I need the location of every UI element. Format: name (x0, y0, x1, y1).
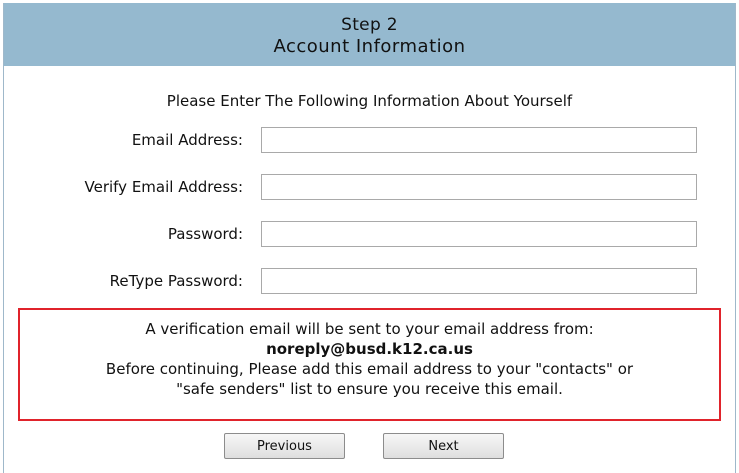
step-title: Account Information (273, 36, 466, 57)
verify-email-field[interactable] (261, 174, 697, 200)
account-info-panel: Step 2 Account Information Please Enter … (3, 3, 736, 473)
notice-line-instruction: Before continuing, Please add this email… (105, 360, 634, 378)
retype-password-label: ReType Password: (109, 272, 243, 290)
intro-text: Please Enter The Following Information A… (166, 92, 573, 110)
password-label: Password: (167, 225, 243, 243)
previous-button[interactable]: Previous (224, 433, 345, 459)
retype-password-field[interactable] (261, 268, 697, 294)
email-label: Email Address: (131, 131, 243, 149)
verification-notice: A verification email will be sent to you… (18, 308, 721, 421)
step-header: Step 2 Account Information (4, 3, 735, 66)
next-button[interactable]: Next (383, 433, 504, 459)
notice-line-safe-senders: "safe senders" list to ensure you receiv… (176, 380, 563, 398)
email-field[interactable] (261, 127, 697, 153)
sender-email-address: noreply@busd.k12.ca.us (266, 340, 473, 358)
password-field[interactable] (261, 221, 697, 247)
notice-line-intro: A verification email will be sent to you… (145, 320, 594, 338)
verify-email-label: Verify Email Address: (84, 178, 244, 196)
step-number: Step 2 (341, 15, 398, 35)
